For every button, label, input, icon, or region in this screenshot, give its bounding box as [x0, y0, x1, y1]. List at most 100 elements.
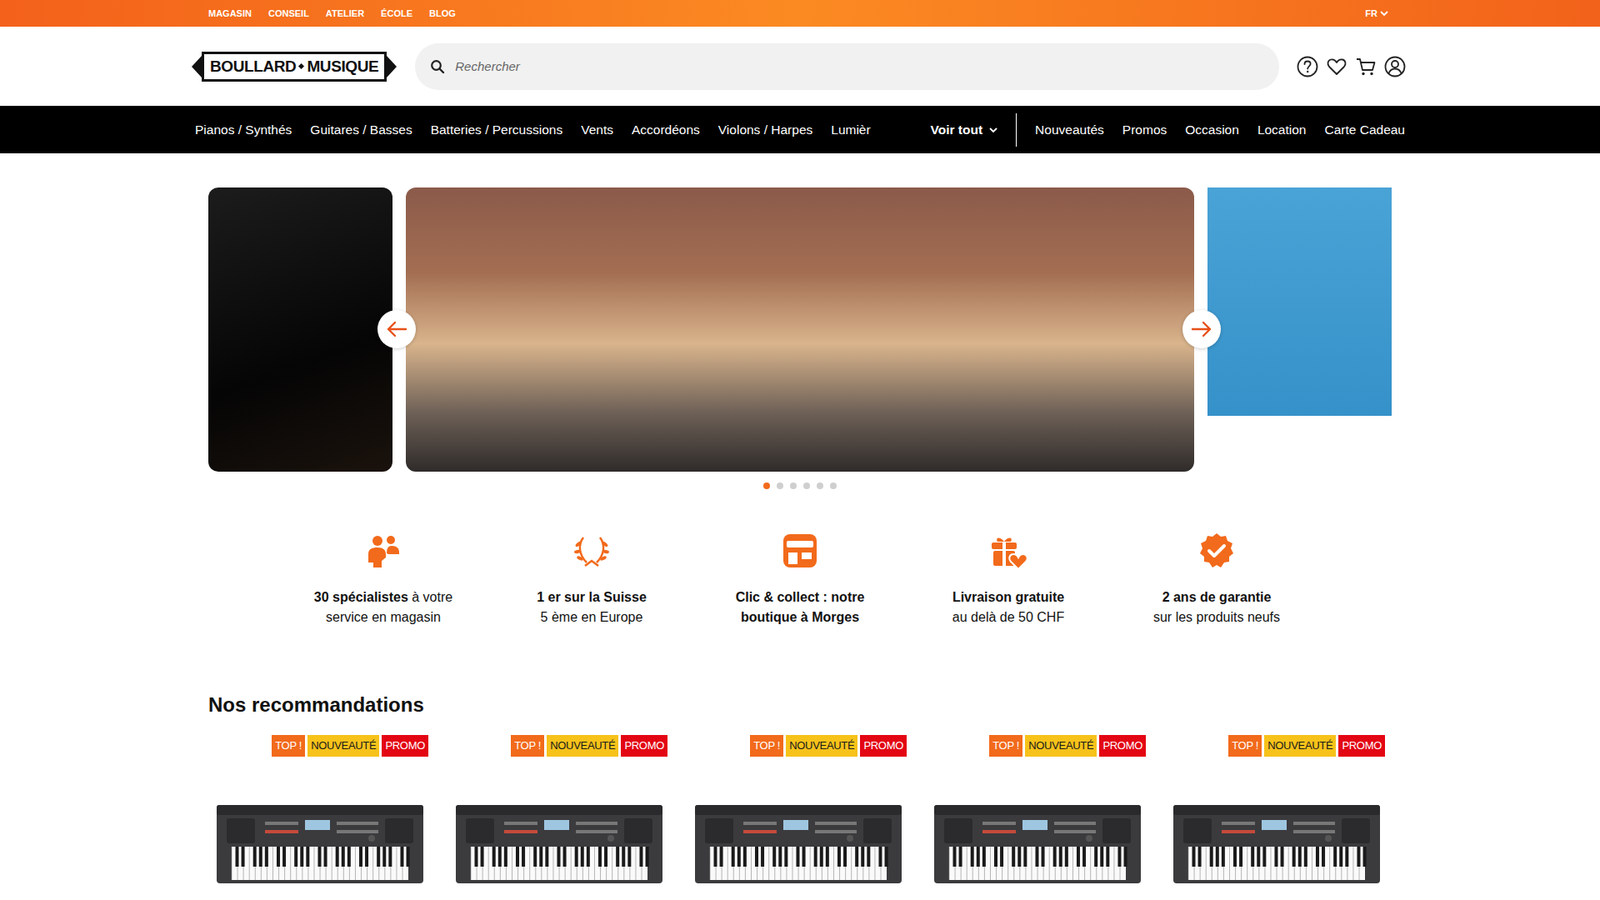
top-link[interactable]: CONSEIL	[268, 8, 310, 19]
product-badge: PROMO	[1338, 735, 1385, 757]
feature-text: 30 spécialistes à votre service en magas…	[300, 587, 467, 628]
logo-dot-icon	[298, 63, 305, 70]
search-icon	[430, 59, 445, 75]
product-badge: PROMO	[860, 735, 907, 757]
product-badge: NOUVEAUTÉ	[1264, 735, 1336, 757]
recommendations: Nos recommandations TOP !NOUVEAUTÉPROMO …	[208, 692, 1392, 887]
arrow-left-icon	[385, 320, 408, 338]
product-badge: TOP !	[750, 735, 784, 757]
carousel-dot[interactable]	[830, 482, 837, 490]
product-card[interactable]: TOP !NOUVEAUTÉPROMO	[454, 735, 665, 887]
user-icon[interactable]	[1383, 55, 1407, 79]
see-all-button[interactable]: Voir tout	[930, 122, 999, 138]
top-link[interactable]: BLOG	[429, 8, 456, 19]
product-badge: NOUVEAUTÉ	[1025, 735, 1097, 757]
people-icon	[363, 530, 404, 571]
language-selector[interactable]: FR	[1365, 8, 1389, 19]
category-link[interactable]: Lumièr	[830, 122, 870, 138]
banner-slide[interactable]	[208, 187, 393, 472]
product-badge: TOP !	[989, 735, 1023, 757]
product-card[interactable]: TOP !NOUVEAUTÉPROMO	[932, 735, 1143, 887]
carousel-dot[interactable]	[763, 482, 770, 490]
product-badge: PROMO	[381, 735, 429, 757]
chevron-down-icon	[1380, 10, 1389, 17]
badge-list: TOP !NOUVEAUTÉPROMO	[693, 735, 907, 757]
product-badge: PROMO	[620, 735, 668, 757]
feature-item: Clic & collect : notre boutique à Morges	[695, 530, 905, 628]
carousel-dot[interactable]	[816, 482, 824, 490]
category-link[interactable]: Vents	[580, 122, 614, 138]
keyboard-image	[454, 803, 665, 887]
feature-item: 2 ans de garantiesur les produits neufs	[1112, 530, 1321, 628]
logo-arrow-icon	[386, 55, 397, 78]
laurel-icon	[571, 530, 612, 571]
top-link[interactable]: ÉCOLE	[380, 8, 413, 19]
logo[interactable]: BOULLARD MUSIQUE	[191, 51, 397, 82]
previous-button[interactable]	[377, 310, 416, 349]
feature-text: 1 er sur la Suisse5 ème en Europe	[536, 587, 647, 628]
top-bar: MAGASIN CONSEIL ATELIER ÉCOLE BLOG FR	[0, 0, 1600, 27]
keyboard-image	[1171, 803, 1382, 887]
category-link[interactable]: Pianos / Synthés	[195, 122, 292, 138]
product-badge: TOP !	[1228, 735, 1262, 757]
product-badge: TOP !	[510, 735, 545, 757]
top-link[interactable]: MAGASIN	[208, 8, 252, 19]
nav-link[interactable]: Occasion	[1185, 122, 1240, 138]
feature-text: Livraison gratuiteau delà de 50 CHF	[952, 587, 1065, 628]
product-badge: NOUVEAUTÉ	[785, 735, 858, 757]
carousel-dot[interactable]	[776, 482, 784, 490]
product-card[interactable]: TOP !NOUVEAUTÉPROMO	[1171, 735, 1382, 887]
feature-item: 1 er sur la Suisse5 ème en Europe	[487, 530, 696, 628]
product-card[interactable]: TOP !NOUVEAUTÉPROMO	[693, 735, 904, 887]
carousel-dots	[0, 482, 1600, 490]
next-button[interactable]	[1182, 310, 1221, 349]
badge-list: TOP !NOUVEAUTÉPROMO	[454, 735, 668, 757]
category-link[interactable]: Batteries / Percussions	[430, 122, 564, 138]
nav-links: Voir tout Nouveautés Promos Occasion Locati…	[915, 113, 1405, 147]
section-title: Nos recommandations	[208, 692, 1392, 718]
banner-carousel	[0, 187, 1600, 490]
nav-link[interactable]: Nouveautés	[1035, 122, 1105, 138]
logo-arrow-icon	[191, 55, 202, 78]
store-icon	[780, 530, 820, 571]
badge-list: TOP !NOUVEAUTÉPROMO	[215, 735, 429, 757]
page: MAGASIN CONSEIL ATELIER ÉCOLE BLOG FR BOULLA…	[0, 0, 1600, 887]
category-list: Pianos / Synthés Guitares / Basses Batteri…	[195, 122, 871, 138]
nav-link[interactable]: Carte Cadeau	[1324, 122, 1405, 138]
help-icon[interactable]	[1295, 55, 1320, 79]
features: 30 spécialistes à votre service en magas…	[279, 530, 1321, 628]
keyboard-image	[932, 803, 1143, 887]
main-nav: Pianos / Synthés Guitares / Basses Batteri…	[0, 105, 1600, 154]
product-badge: NOUVEAUTÉ	[546, 735, 619, 757]
search-placeholder: Rechercher	[455, 59, 520, 74]
feature-item: Livraison gratuiteau delà de 50 CHF	[904, 530, 1113, 628]
product-badge: NOUVEAUTÉ	[307, 735, 380, 757]
badge-list: TOP !NOUVEAUTÉPROMO	[932, 735, 1146, 757]
nav-link[interactable]: Promos	[1122, 122, 1167, 138]
banner-slide[interactable]	[405, 187, 1195, 472]
category-link[interactable]: Violons / Harpes	[718, 122, 813, 138]
category-link[interactable]: Guitares / Basses	[310, 122, 412, 138]
badge-list: TOP !NOUVEAUTÉPROMO	[1171, 735, 1385, 757]
carousel-dot[interactable]	[803, 482, 810, 490]
product-card[interactable]: TOP !NOUVEAUTÉPROMO	[215, 735, 425, 887]
keyboard-image	[693, 803, 904, 887]
nav-link[interactable]: Location	[1257, 122, 1307, 138]
category-link[interactable]: Accordéons	[631, 122, 700, 138]
arrow-right-icon	[1190, 320, 1213, 338]
carousel-dot[interactable]	[790, 482, 797, 490]
nav-divider	[1015, 113, 1017, 147]
product-badge: PROMO	[1099, 735, 1146, 757]
top-links: MAGASIN CONSEIL ATELIER ÉCOLE BLOG	[208, 8, 456, 19]
gift-heart-icon	[988, 530, 1029, 571]
feature-item: 30 spécialistes à votre service en magas…	[279, 530, 488, 628]
top-link[interactable]: ATELIER	[325, 8, 365, 19]
search-field[interactable]: Rechercher	[415, 43, 1280, 90]
verified-badge-icon	[1196, 530, 1237, 571]
heart-icon[interactable]	[1325, 55, 1349, 79]
banner-slide[interactable]	[1207, 187, 1392, 416]
feature-text: Clic & collect : notre boutique à Morges	[716, 587, 884, 628]
keyboard-image	[215, 803, 425, 887]
chevron-down-icon	[989, 126, 998, 134]
cart-icon[interactable]	[1354, 55, 1378, 79]
